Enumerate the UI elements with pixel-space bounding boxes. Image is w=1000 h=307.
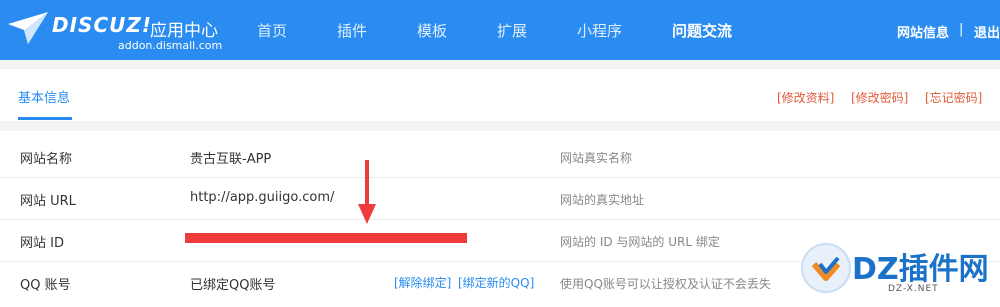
watermark: DZ插件网 DZ-X.NET: [800, 240, 1000, 307]
paper-plane-icon: [8, 12, 48, 44]
nav-plugins[interactable]: 插件: [337, 20, 367, 41]
row-value-site-name: 贵古互联-APP: [190, 152, 272, 167]
row-desc-qq: 使用QQ账号可以让授权及认证不会丢失: [560, 277, 771, 291]
nav-qa[interactable]: 问题交流: [672, 20, 732, 41]
watermark-text: DZ插件网: [852, 252, 989, 287]
brand-subtitle: 应用中心: [150, 21, 218, 41]
row-desc-site-name: 网站真实名称: [560, 151, 633, 165]
tab-panel: 基本信息 [修改资料] [修改密码] [忘记密码]: [0, 69, 1000, 121]
row-label-site-id: 网站 ID: [20, 236, 64, 251]
tab-basic-info[interactable]: 基本信息: [18, 87, 70, 106]
header-separator: |: [959, 22, 964, 37]
change-password-link[interactable]: [修改密码]: [851, 89, 908, 106]
top-navigation-bar: DISCUZ! 应用中心 addon.dismall.com 首页 插件 模板 …: [0, 0, 1000, 60]
watermark-url: DZ-X.NET: [888, 284, 939, 294]
row-value-site-url: http://app.guiigo.com/: [190, 190, 335, 205]
tab-active-indicator: [18, 117, 72, 120]
nav-extensions[interactable]: 扩展: [497, 20, 527, 41]
row-desc-site-id: 网站的 ID 与网站的 URL 绑定: [560, 235, 720, 249]
row-desc-site-url: 网站的真实地址: [560, 193, 645, 207]
nav-mini-program[interactable]: 小程序: [577, 20, 622, 41]
brand-name: DISCUZ!: [52, 13, 152, 37]
row-label-site-url: 网站 URL: [20, 194, 76, 209]
dz-logo-icon: [801, 243, 851, 293]
table-row: 网站 URL http://app.guiigo.com/ 网站的真实地址: [0, 177, 1000, 220]
nav-templates[interactable]: 模板: [417, 20, 447, 41]
unbind-qq-link[interactable]: [解除绑定]: [394, 274, 451, 291]
redaction-bar: [185, 233, 467, 243]
discuz-logo[interactable]: DISCUZ! 应用中心 addon.dismall.com: [6, 6, 226, 54]
row-value-qq: 已绑定QQ账号: [190, 278, 276, 293]
row-label-qq: QQ 账号: [20, 278, 71, 293]
bind-new-qq-link[interactable]: [绑定新的QQ]: [458, 274, 534, 291]
edit-profile-link[interactable]: [修改资料]: [777, 89, 834, 106]
logout-link[interactable]: 退出: [974, 22, 1000, 41]
brand-domain: addon.dismall.com: [118, 39, 223, 52]
site-info-link[interactable]: 网站信息: [897, 22, 949, 41]
arrow-down-icon: [358, 160, 376, 224]
forgot-password-link[interactable]: [忘记密码]: [925, 89, 982, 106]
nav-home[interactable]: 首页: [257, 20, 287, 41]
row-label-site-name: 网站名称: [20, 152, 73, 167]
table-row: 网站名称 贵古互联-APP 网站真实名称: [0, 135, 1000, 178]
